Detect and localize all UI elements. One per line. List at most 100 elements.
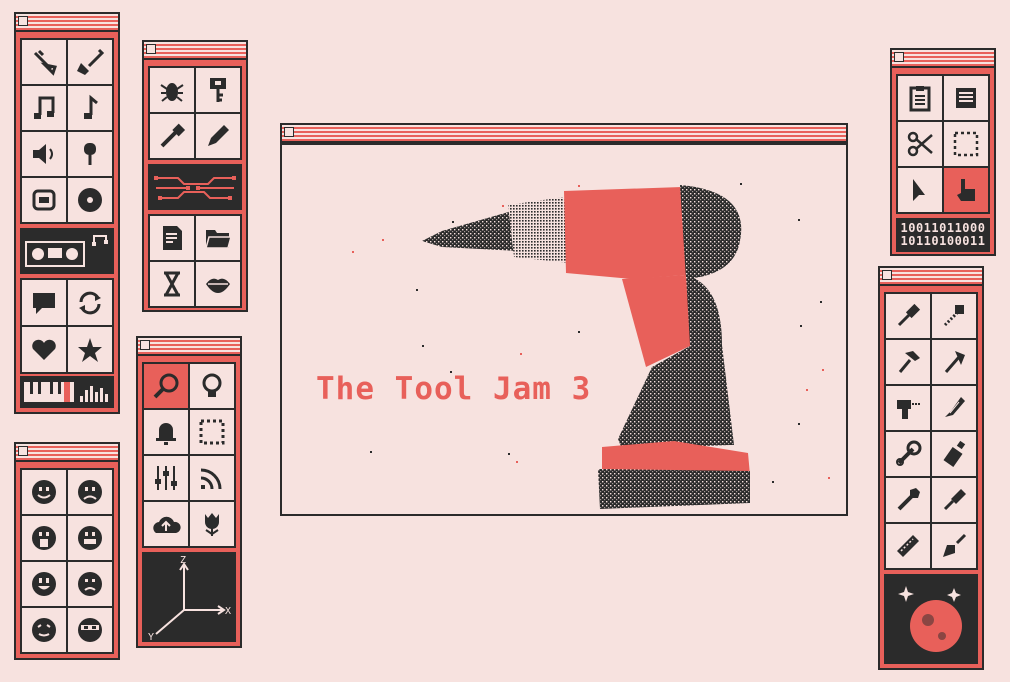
edit-palette-window: 10011011000 10110100011 — [890, 48, 996, 256]
binary-line-2: 10110100011 — [900, 234, 986, 248]
chat-bubble-icon[interactable] — [22, 280, 66, 325]
wrench-icon[interactable] — [886, 432, 930, 476]
axis-label-y: Y — [148, 632, 154, 642]
bell-icon[interactable] — [144, 410, 188, 454]
piano-keyboard-icon — [24, 382, 108, 402]
boombox-banner[interactable] — [20, 228, 114, 274]
happy-face-icon[interactable] — [22, 470, 66, 514]
drill-icon[interactable] — [886, 386, 930, 430]
cloud-upload-icon[interactable] — [144, 502, 188, 546]
planet-icon — [898, 586, 962, 652]
drill-illustration — [352, 183, 830, 509]
tulip-icon[interactable] — [190, 502, 234, 546]
trumpet-icon[interactable] — [22, 40, 66, 84]
tools-icon-grid — [884, 292, 978, 570]
music-palette-titlebar[interactable] — [16, 14, 118, 32]
boombox-icon — [25, 235, 108, 267]
rss-icon[interactable] — [190, 456, 234, 500]
system-palette-window: Z X Y — [136, 336, 242, 648]
ninja-face-icon[interactable] — [68, 608, 112, 652]
main-window-titlebar[interactable] — [282, 125, 846, 143]
xyz-axes-icon: Z X Y — [148, 555, 231, 643]
heart-icon[interactable] — [22, 327, 66, 372]
sad-face-icon[interactable] — [68, 470, 112, 514]
close-button[interactable] — [146, 44, 156, 54]
folder-icon[interactable] — [196, 216, 240, 260]
robot-icon[interactable] — [22, 178, 66, 222]
sliders-icon[interactable] — [144, 456, 188, 500]
system-icon-grid — [142, 362, 236, 548]
drill-bit-icon[interactable] — [932, 294, 976, 338]
system-palette-titlebar[interactable] — [138, 338, 240, 356]
dev-palette-titlebar[interactable] — [144, 42, 246, 60]
main-title: The Tool Jam 3 — [316, 371, 592, 407]
saw-icon[interactable] — [886, 524, 930, 568]
frown-face-icon[interactable] — [68, 562, 112, 606]
microphone-icon[interactable] — [68, 132, 112, 176]
close-button[interactable] — [882, 270, 892, 280]
knife-icon[interactable] — [932, 386, 976, 430]
dev-icon-grid-bottom — [148, 214, 242, 308]
arrow-cursor-icon[interactable] — [898, 168, 942, 212]
document-icon[interactable] — [150, 216, 194, 260]
marquee-icon[interactable] — [944, 122, 988, 166]
circuit-banner[interactable] — [148, 164, 242, 210]
main-canvas: The Tool Jam 3 — [282, 143, 846, 514]
grin-face-icon[interactable] — [68, 516, 112, 560]
clipboard-icon[interactable] — [898, 76, 942, 120]
tools-palette-window — [878, 266, 984, 670]
misc-icon-grid — [20, 278, 114, 374]
key-icon[interactable] — [196, 68, 240, 112]
close-button[interactable] — [284, 127, 294, 137]
main-window: The Tool Jam 3 — [280, 123, 848, 516]
scissors-icon[interactable] — [898, 122, 942, 166]
axe-icon[interactable] — [932, 340, 976, 384]
edit-icon-grid — [896, 74, 990, 214]
music-palette-window — [14, 12, 120, 414]
music-icon-grid — [20, 38, 114, 224]
axes-footer[interactable]: Z X Y — [142, 552, 236, 643]
emoji-palette-titlebar[interactable] — [16, 444, 118, 462]
selection-icon[interactable] — [190, 410, 234, 454]
axis-label-x: X — [225, 606, 231, 617]
hand-cursor-icon[interactable] — [944, 168, 988, 212]
brush-icon[interactable] — [932, 478, 976, 522]
hammer-icon[interactable] — [886, 340, 930, 384]
screwdriver-icon[interactable] — [886, 294, 930, 338]
emoji-icon-grid — [20, 468, 114, 654]
tools-palette-titlebar[interactable] — [880, 268, 982, 286]
dev-palette-window — [142, 40, 248, 312]
list-icon[interactable] — [944, 76, 988, 120]
dev-icon-grid-top — [148, 66, 242, 160]
glue-icon[interactable] — [932, 432, 976, 476]
hourglass-icon[interactable] — [150, 262, 194, 306]
emoji-palette-window — [14, 442, 120, 660]
piano-footer[interactable] — [20, 376, 114, 408]
refresh-icon[interactable] — [68, 280, 112, 325]
smile-face-icon[interactable] — [22, 562, 66, 606]
close-button[interactable] — [894, 52, 904, 62]
close-button[interactable] — [18, 16, 28, 26]
spanner-icon[interactable] — [886, 478, 930, 522]
close-button[interactable] — [140, 340, 150, 350]
bug-icon[interactable] — [150, 68, 194, 112]
speaker-icon[interactable] — [22, 132, 66, 176]
vinyl-record-icon[interactable] — [68, 178, 112, 222]
content-face-icon[interactable] — [22, 608, 66, 652]
search-icon[interactable] — [144, 364, 188, 408]
edit-palette-titlebar[interactable] — [892, 50, 994, 68]
lightbulb-icon[interactable] — [190, 364, 234, 408]
trowel-icon[interactable] — [932, 524, 976, 568]
dropper-icon[interactable] — [150, 114, 194, 158]
close-button[interactable] — [18, 446, 28, 456]
star-icon[interactable] — [68, 327, 112, 372]
lips-icon[interactable] — [196, 262, 240, 306]
axis-label-z: Z — [180, 555, 186, 566]
planet-footer[interactable] — [884, 574, 978, 664]
music-note-icon[interactable] — [68, 86, 112, 130]
binary-readout: 10011011000 10110100011 — [896, 218, 990, 252]
electric-guitar-icon[interactable] — [68, 40, 112, 84]
pencil-icon[interactable] — [196, 114, 240, 158]
scared-face-icon[interactable] — [22, 516, 66, 560]
music-notes-icon[interactable] — [22, 86, 66, 130]
